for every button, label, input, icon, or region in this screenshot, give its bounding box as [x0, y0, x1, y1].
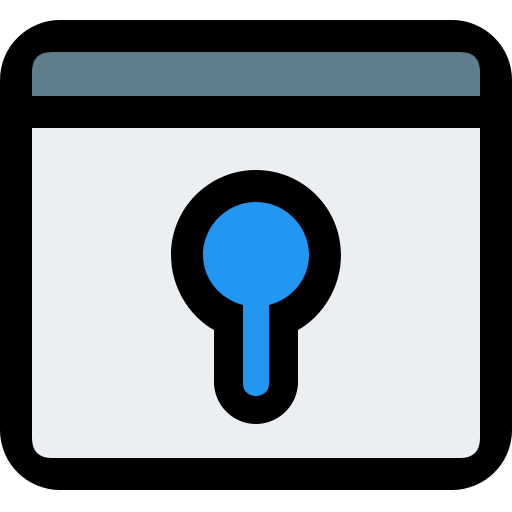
icon-canvas: [0, 0, 512, 512]
browser-window-keyhole-icon: [0, 20, 512, 490]
title-bar: [32, 52, 480, 96]
